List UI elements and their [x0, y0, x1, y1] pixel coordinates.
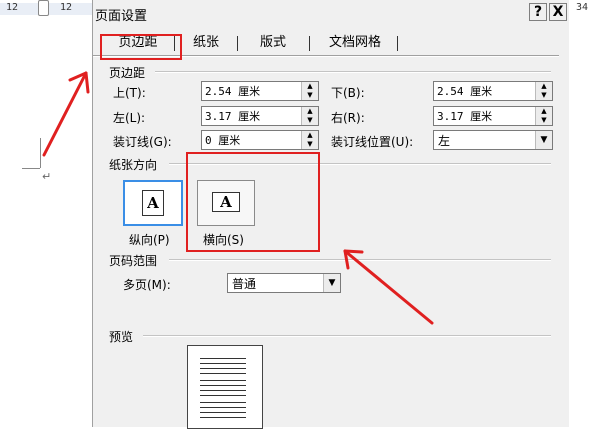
arrow-line — [343, 249, 434, 325]
annotation-arrows-icon — [42, 71, 434, 325]
arrow-line — [42, 71, 88, 157]
